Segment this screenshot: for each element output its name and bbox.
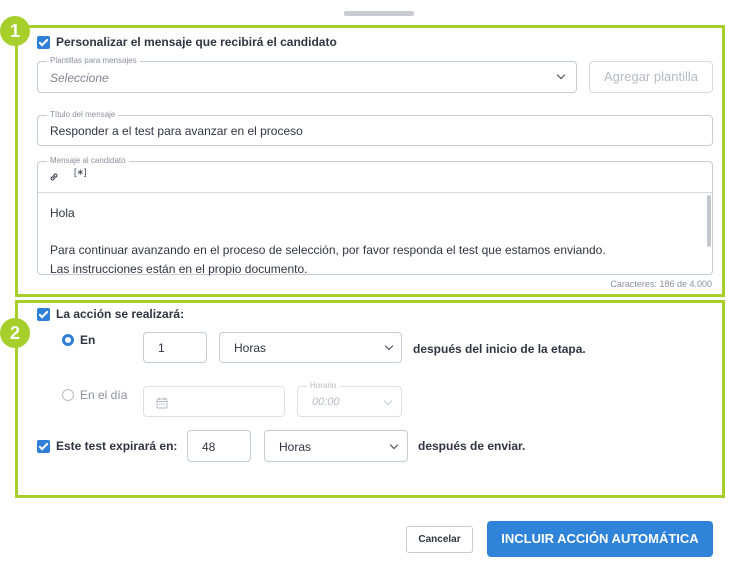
action-label: La acción se realizará: [56,307,185,321]
expires-value: 48 [202,440,216,454]
expires-suffix: después de enviar. [418,439,526,453]
date-input[interactable] [143,386,285,417]
message-title-legend: Título del mensaje [47,110,119,119]
message-toolbar-divider [38,192,712,193]
link-icon[interactable] [49,169,59,187]
message-title-value: Responder a el test para avanzar en el p… [50,124,303,138]
char-count: Caracteres: 186 de 4.000 [610,279,712,289]
action-checkbox[interactable] [37,308,50,321]
option-in-suffix: después del inicio de la etapa. [413,342,586,356]
personalize-label: Personalizar el mensaje que recibirá el … [56,35,337,49]
option-in-radio[interactable] [62,334,74,346]
message-line: Las instrucciones están en el propio doc… [50,261,308,276]
include-automatic-action-button[interactable]: INCLUIR ACCIÓN AUTOMÁTICA [487,521,713,557]
expires-input[interactable]: 48 [187,430,251,462]
personalize-checkbox[interactable] [37,36,50,49]
expires-unit-select[interactable]: Horas [264,430,408,462]
chevron-down-icon [389,440,399,450]
chevron-down-icon [383,396,393,406]
time-placeholder: 00:00 [312,396,340,408]
unit-select[interactable]: Horas [219,332,402,363]
time-legend: Horario [307,381,340,390]
option-in-label: En [80,333,96,347]
templates-legend: Plantillas para mensajes [47,56,140,65]
chevron-down-icon [556,70,566,80]
message-body[interactable]: Hola Para continuar avanzando en el proc… [50,204,700,278]
message-title-field[interactable]: Título del mensaje Responder a el test p… [37,110,713,146]
time-select[interactable]: Horario 00:00 [297,381,402,417]
expires-label: Este test expirará en: [56,439,178,453]
message-line: Para continuar avanzando en el proceso d… [50,243,606,257]
step-badge-1: 1 [0,16,30,46]
templates-select[interactable]: Plantillas para mensajes Seleccione [37,56,577,93]
expires-unit-value: Horas [279,440,312,454]
drag-handle[interactable] [344,11,414,16]
cancel-button[interactable]: Cancelar [406,526,473,553]
message-line [50,223,700,242]
calendar-icon [156,396,168,414]
add-template-button[interactable]: Agregar plantilla [589,61,713,93]
message-scrollbar[interactable] [707,195,711,247]
hours-input[interactable]: 1 [143,332,207,363]
step-badge-2: 2 [0,318,30,348]
hours-value: 1 [158,341,165,355]
option-day-radio[interactable] [62,389,74,401]
message-legend: Mensaje al candidato [47,156,129,165]
expires-checkbox[interactable] [37,440,50,453]
insert-variable-button[interactable]: [∗] [74,167,87,178]
chevron-down-icon [384,341,394,351]
unit-value: Horas [234,341,267,355]
templates-placeholder: Seleccione [50,71,109,85]
option-day-label: En el día [80,388,128,402]
message-line: Hola [50,206,75,220]
message-editor: Mensaje al candidato [∗] Hola Para conti… [37,156,713,278]
